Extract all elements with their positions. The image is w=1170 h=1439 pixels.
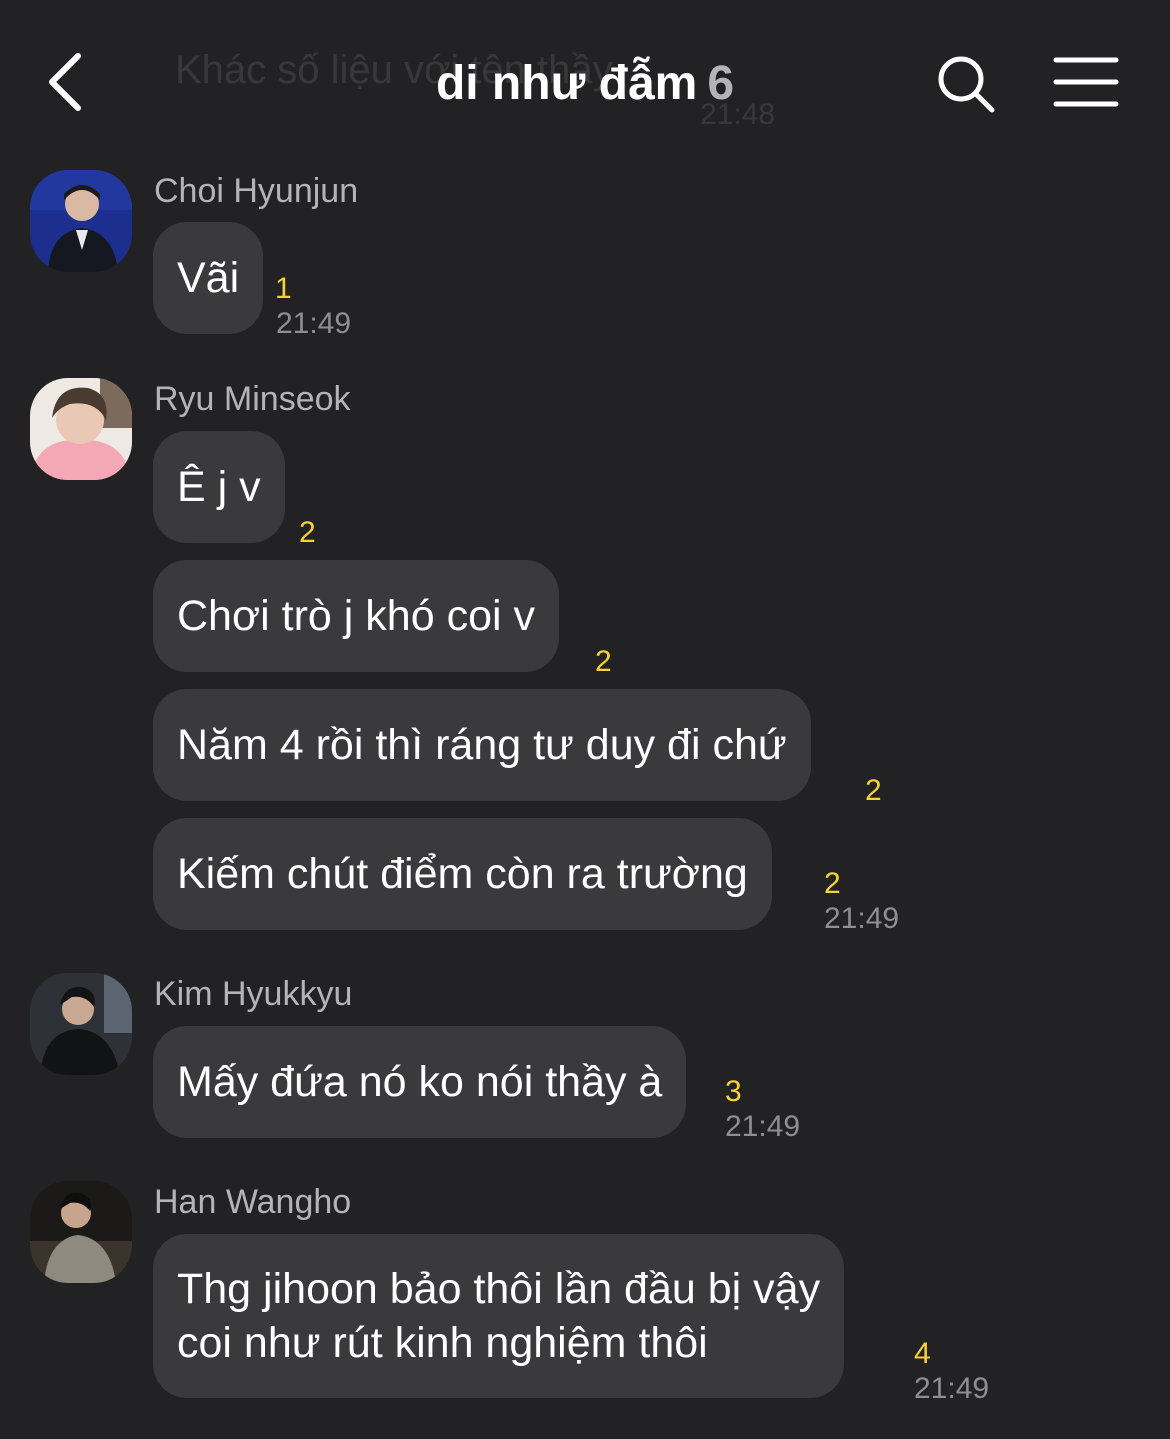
message-bubble[interactable]: Chơi trò j khó coi v — [153, 560, 559, 672]
unread-count: 4 — [914, 1337, 931, 1370]
unread-count: 3 — [725, 1075, 742, 1108]
unread-count: 2 — [595, 645, 612, 678]
hamburger-menu-icon — [1053, 57, 1119, 107]
chat-header: Khác số liệu với tên thầy 21:48 di như đ… — [0, 0, 1170, 150]
message-time: 21:49 — [824, 902, 900, 935]
avatar[interactable] — [30, 170, 132, 272]
menu-button[interactable] — [1052, 52, 1120, 112]
message-time: 21:49 — [914, 1372, 990, 1405]
message-time: 21:49 — [276, 307, 352, 340]
unread-count: 2 — [299, 516, 316, 549]
search-icon — [938, 56, 995, 113]
profile-photo — [30, 973, 132, 1075]
search-button[interactable] — [934, 52, 998, 116]
profile-photo — [30, 170, 132, 272]
message-line: Thg jihoon bảo thôi lần đầu bị vậy — [177, 1265, 821, 1313]
avatar[interactable] — [30, 378, 132, 480]
unread-count: 1 — [275, 272, 292, 305]
avatar[interactable] — [30, 1181, 132, 1283]
sender-name: Ryu Minseok — [154, 380, 351, 418]
message-bubble[interactable]: Kiếm chút điểm còn ra trường — [153, 818, 772, 930]
sender-name: Han Wangho — [154, 1183, 352, 1221]
profile-photo — [30, 1181, 132, 1283]
sender-name: Choi Hyunjun — [154, 172, 359, 210]
message-bubble[interactable]: Năm 4 rồi thì ráng tư duy đi chứ — [153, 689, 811, 801]
message-bubble[interactable]: Thg jihoon bảo thôi lần đầu bị vậy coi n… — [153, 1234, 845, 1398]
message-line: coi như rút kinh nghiệm thôi — [177, 1319, 708, 1367]
member-count: 6 — [707, 57, 735, 110]
message-bubble[interactable]: Mấy đứa nó ko nói thầy à — [153, 1026, 687, 1138]
unread-count: 2 — [865, 774, 882, 807]
message-bubble[interactable]: Vãi — [153, 222, 264, 334]
chat-name: di như đẫm — [435, 57, 698, 110]
profile-photo — [30, 378, 132, 480]
message-bubble[interactable]: Ê j v — [153, 431, 285, 543]
sender-name: Kim Hyukkyu — [154, 975, 353, 1013]
avatar[interactable] — [30, 973, 132, 1075]
message-time: 21:49 — [725, 1110, 801, 1143]
unread-count: 2 — [824, 867, 841, 900]
